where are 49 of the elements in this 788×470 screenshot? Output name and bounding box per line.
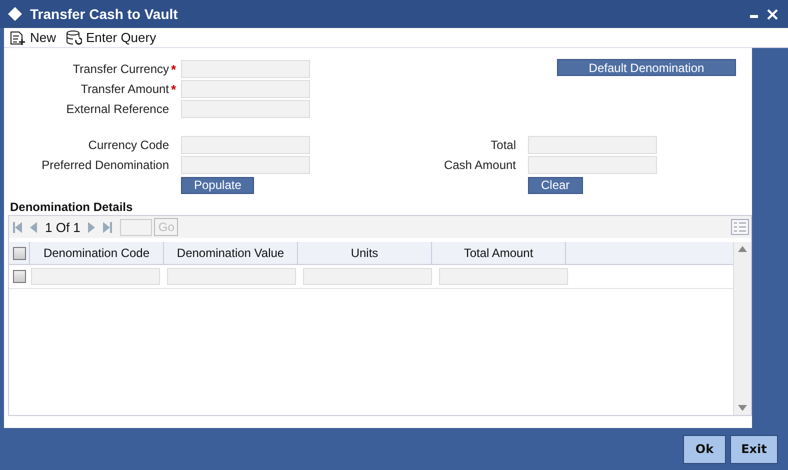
column-header: Denomination Value — [163, 242, 297, 264]
table-input[interactable] — [167, 268, 296, 284]
field-label: Currency Code — [87, 138, 169, 152]
field-label: Transfer Amount — [80, 82, 169, 96]
field-label: Total — [490, 138, 516, 152]
required-mark: * — [170, 82, 178, 96]
database-icon — [66, 30, 82, 45]
scroll-down-icon[interactable] — [738, 405, 747, 411]
table-input[interactable] — [31, 268, 160, 284]
last-page-icon[interactable] — [103, 222, 112, 232]
field-label: Cash Amount — [442, 158, 516, 172]
table-input[interactable] — [303, 268, 432, 284]
input-field[interactable] — [181, 80, 310, 98]
scroll-up-icon[interactable] — [738, 246, 747, 252]
input-field[interactable] — [181, 100, 310, 118]
columns-icon[interactable] — [731, 219, 749, 235]
section-title: Denomination Details — [9, 200, 134, 214]
populate-button[interactable]: Populate — [181, 176, 254, 194]
input-field[interactable] — [528, 156, 657, 174]
field-label: Transfer Currency — [72, 62, 169, 76]
input-field[interactable] — [181, 136, 310, 154]
page-indicator: 1 Of 1 — [45, 220, 80, 234]
column-header: Total Amount — [431, 242, 565, 264]
close-icon[interactable] — [767, 8, 778, 20]
footer-button[interactable]: Ok — [683, 434, 726, 464]
next-page-icon[interactable] — [88, 222, 96, 232]
page-number-field[interactable] — [120, 218, 152, 236]
table-input[interactable] — [439, 268, 568, 284]
field-label: External Reference — [65, 102, 169, 116]
default-denomination-button[interactable]: Default Denomination — [557, 59, 736, 76]
previous-page-icon[interactable] — [30, 222, 37, 232]
clear-button[interactable]: Clear — [528, 176, 583, 194]
window-title: Transfer Cash to Vault — [30, 6, 178, 22]
input-field[interactable] — [181, 156, 310, 174]
first-page-icon[interactable] — [13, 222, 22, 232]
enter-query-button[interactable]: Enter Query — [64, 30, 158, 45]
field-label: Preferred Denomination — [40, 158, 169, 172]
checkbox[interactable] — [12, 246, 26, 260]
required-mark: * — [170, 62, 178, 76]
column-header: Units — [297, 242, 431, 264]
input-field[interactable] — [528, 136, 657, 154]
diamond-icon — [8, 7, 22, 21]
scrollbar[interactable] — [733, 242, 751, 415]
input-field[interactable] — [181, 60, 310, 78]
new-document-icon — [10, 30, 26, 44]
footer-button[interactable]: Exit — [730, 434, 778, 464]
checkbox[interactable] — [12, 270, 26, 283]
new-button[interactable]: New — [8, 30, 58, 45]
column-header: Denomination Code — [29, 242, 163, 264]
